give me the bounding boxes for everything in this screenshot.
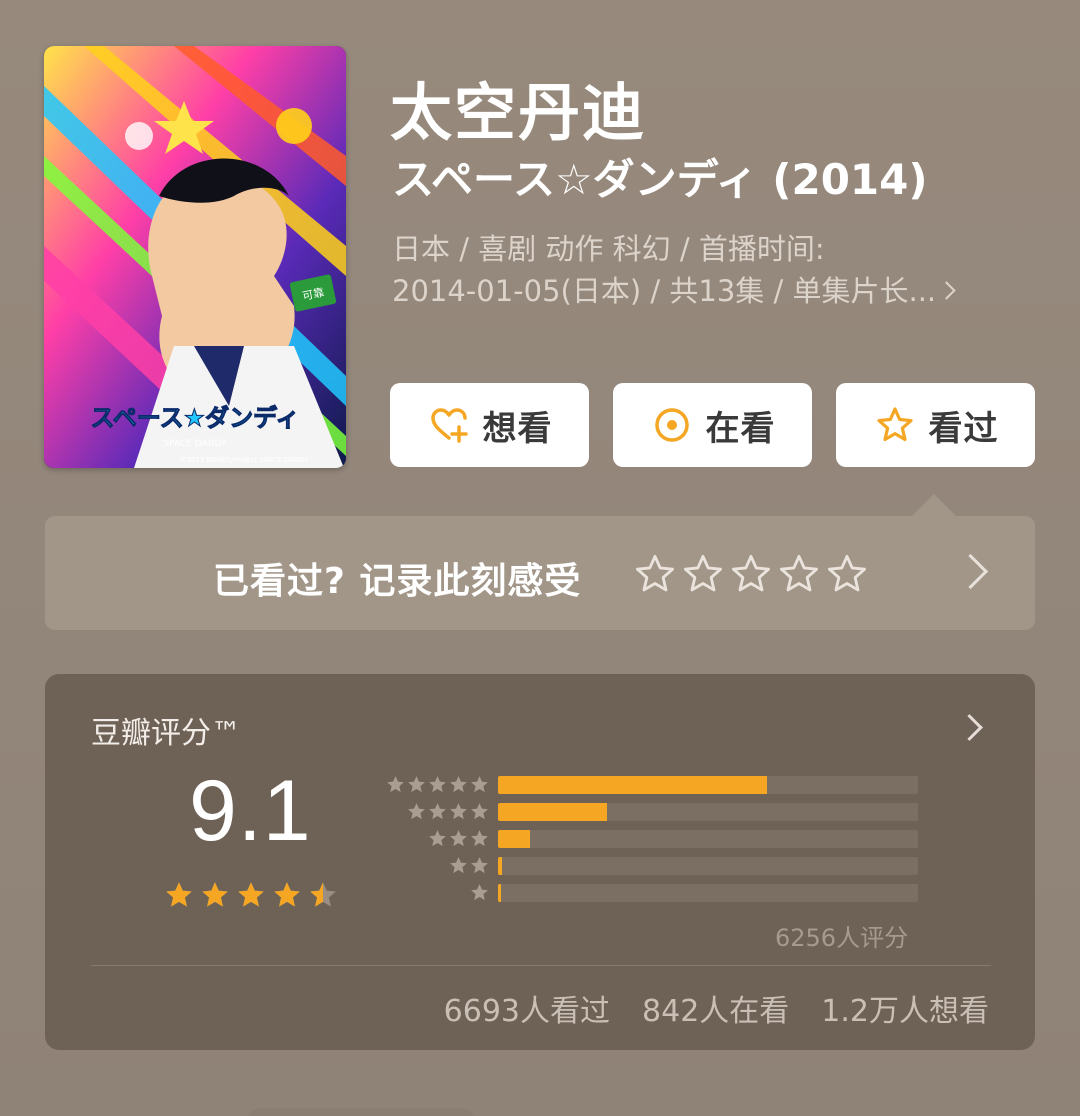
chevron-right-icon[interactable] [956,714,983,741]
full-star-icon [166,882,192,907]
rating-title: 豆瓣评分™ [91,716,241,751]
watched-label: 看过 [928,408,999,449]
want-button[interactable]: 想看 [390,383,589,467]
empty-star-icon[interactable] [825,552,869,596]
distribution-bar [498,803,608,821]
interest-stats: 6693人看过 842人在看 1.2万人想看 [412,986,989,1030]
poster-artwork: 可靠 スペース★ダンディ SPACE DANDY ©2013 BONES/Pro… [44,46,346,468]
record-stars [633,552,873,596]
full-star-icon [274,882,300,907]
distribution-bar [498,884,501,902]
poster-image[interactable]: 可靠 スペース★ダンディ SPACE DANDY ©2013 BONES/Pro… [44,46,346,468]
small-star-icon [408,776,425,793]
divider [91,965,991,966]
small-star-icon [429,830,446,847]
watching-button[interactable]: 在看 [613,383,812,467]
small-star-icon [429,803,446,820]
rating-count: 6256人评分 [775,924,909,952]
distribution-star-label [427,828,490,849]
small-star-icon [408,803,425,820]
distribution-star-label [448,855,490,876]
distribution-track [498,857,918,875]
watching-label: 在看 [705,408,776,449]
full-star-icon [202,882,228,907]
distribution-track [498,776,918,794]
small-star-icon [429,776,446,793]
record-prompt: 已看过? 记录此刻感受 [213,561,582,602]
poster-subtitle: SPACE DANDY [164,439,227,449]
want-label: 想看 [482,408,553,449]
distribution-row-3 [375,828,975,850]
distribution-row-5 [375,774,975,796]
small-star-icon [471,830,488,847]
poster-copyright: ©2013 BONES/Project SPACE DANDY [180,456,310,464]
small-star-icon [471,803,488,820]
small-star-icon [471,857,488,874]
distribution-star-label [406,801,490,822]
small-star-icon [450,776,467,793]
empty-star-icon[interactable] [777,552,821,596]
distribution-track [498,884,918,902]
heart-plus-icon [427,403,471,447]
distribution-row-2 [375,855,975,877]
distribution-row-1 [375,882,975,904]
chevron-right-icon [952,553,989,590]
record-rating-bar[interactable]: 已看过? 记录此刻感受 [45,516,1035,630]
meta-line-1: 日本 / 喜剧 动作 科幻 / 首播时间: [392,232,825,266]
rating-card[interactable]: 豆瓣评分™ 9.1 6256人评分 6693人看过 842人在看 1.2万人想看 [45,674,1035,1050]
want-count[interactable]: 1.2万人想看 [821,986,989,1030]
watched-count[interactable]: 6693人看过 [444,986,610,1030]
watched-button[interactable]: 看过 [836,383,1035,467]
score-stars [163,879,343,911]
distribution-bar [498,776,767,794]
subject-page: 可靠 スペース★ダンディ SPACE DANDY ©2013 BONES/Pro… [0,0,1080,1116]
small-star-icon [450,830,467,847]
watching-count[interactable]: 842人在看 [642,986,789,1030]
distribution-track [498,830,918,848]
distribution-bar [498,830,530,848]
distribution-star-label [469,882,490,903]
distribution-track [498,803,918,821]
poster-logo: スペース★ダンディ [91,404,300,432]
small-star-icon [450,803,467,820]
distribution-row-4 [375,801,975,823]
small-star-icon [387,776,404,793]
target-icon [650,403,694,447]
chevron-right-icon [937,281,956,300]
small-star-icon [471,776,488,793]
full-star-icon [238,882,264,907]
title-chinese: 太空丹迪 [390,76,647,149]
empty-star-icon[interactable] [633,552,677,596]
star-icon [873,403,917,447]
distribution-star-label [385,774,490,795]
rating-score: 9.1 [189,763,312,859]
empty-star-icon[interactable] [681,552,725,596]
distribution-bar [498,857,503,875]
meta-line-2: 2014-01-05(日本) / 共13集 / 单集片长... [392,270,1032,312]
meta-line-2-text: 2014-01-05(日本) / 共13集 / 单集片长... [392,274,937,308]
meta-info[interactable]: 日本 / 喜剧 动作 科幻 / 首播时间: 2014-01-05(日本) / 共… [392,228,1032,312]
half-star-icon [310,882,336,907]
bottom-tab-pill[interactable] [246,1108,476,1116]
small-star-icon [450,857,467,874]
empty-star-icon[interactable] [729,552,773,596]
tooltip-caret [912,494,956,516]
small-star-icon [471,884,488,901]
title-original: スペース☆ダンディ (2014) [392,155,928,204]
